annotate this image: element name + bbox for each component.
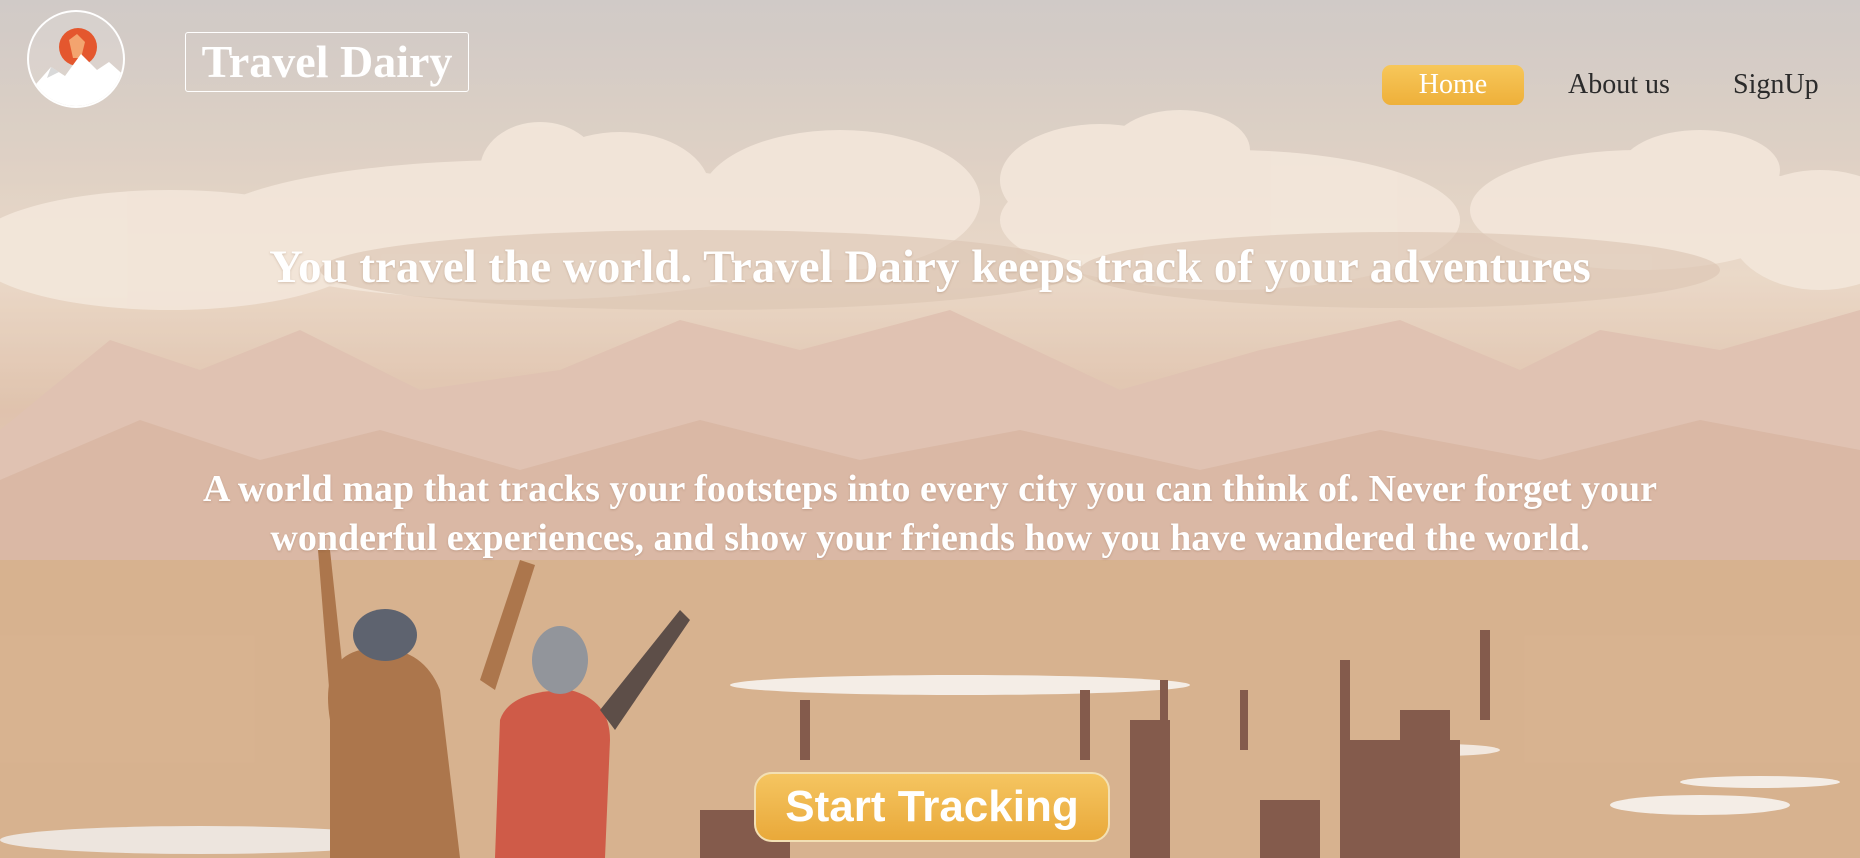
brand-title[interactable]: Travel Dairy (185, 32, 469, 92)
nav-about-link[interactable]: About us (1568, 64, 1670, 106)
nav-signup-link[interactable]: SignUp (1733, 64, 1819, 106)
hero-subheadline: A world map that tracks your footsteps i… (100, 465, 1760, 563)
mountain-hiker-logo-icon[interactable] (27, 10, 125, 108)
hero-headline: You travel the world. Travel Dairy keeps… (269, 241, 1591, 293)
hero-subheadline-line-2: wonderful experiences, and show your fri… (270, 517, 1590, 559)
background-overlay (0, 0, 1860, 858)
nav-home-button[interactable]: Home (1382, 65, 1524, 105)
main-nav: Home About us SignUp (1380, 64, 1840, 106)
hero-subheadline-line-1: A world map that tracks your footsteps i… (202, 468, 1658, 510)
start-tracking-button[interactable]: Start Tracking (754, 772, 1110, 842)
hero-section: Travel Dairy Home About us SignUp You tr… (0, 0, 1860, 858)
